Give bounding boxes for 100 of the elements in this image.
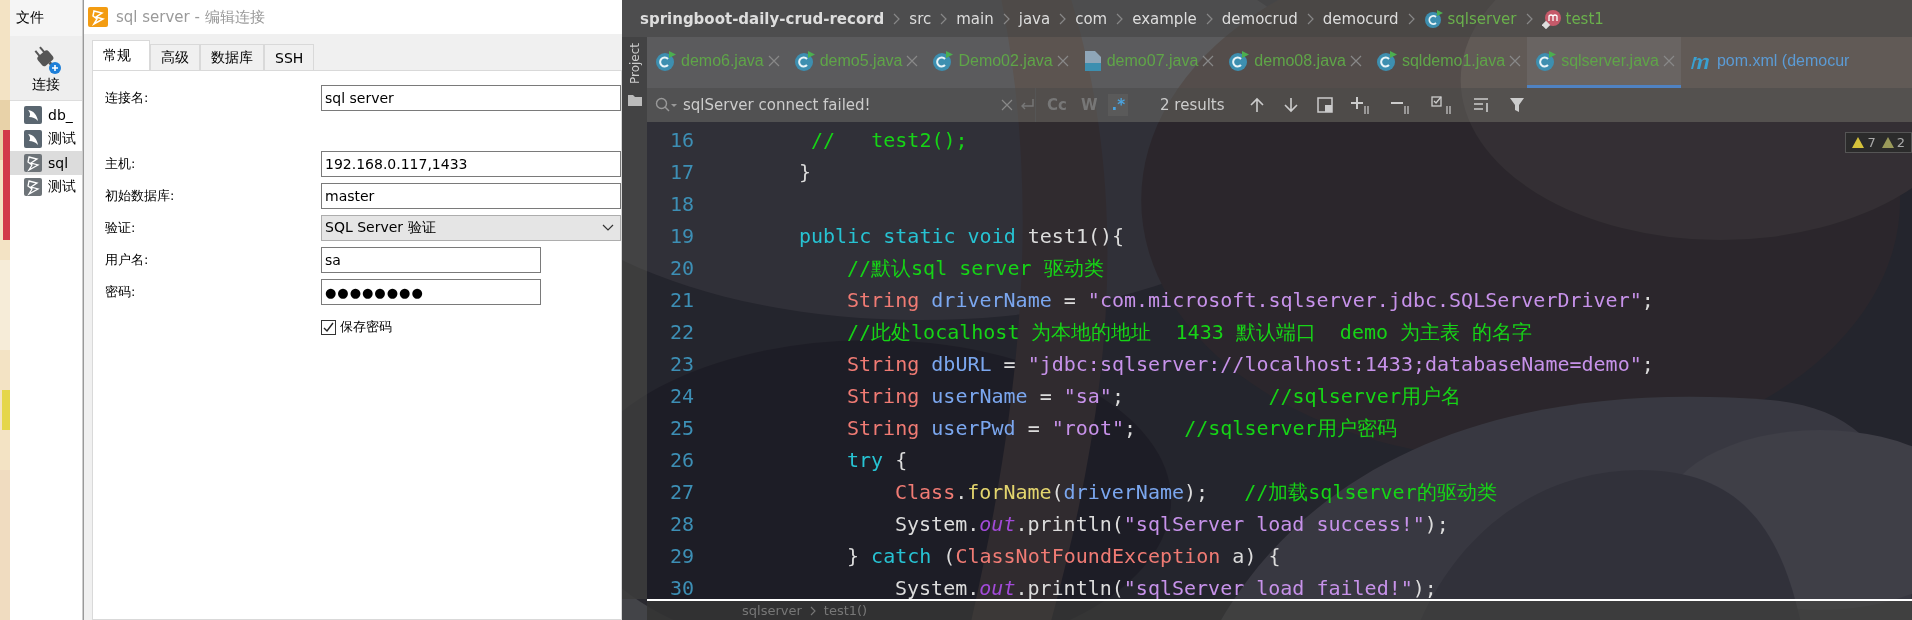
password-field[interactable]: ●●●●●●●● <box>321 279 541 305</box>
tab[interactable]: 高级 <box>150 44 200 70</box>
breadcrumb-item[interactable]: com <box>1075 9 1108 28</box>
field-label: 初始数据库: <box>105 187 176 205</box>
search-field[interactable]: sqlServer connect failed! <box>683 96 995 114</box>
connection-item[interactable]: sql <box>10 151 82 175</box>
line-number: 18 <box>668 192 695 216</box>
class-icon <box>1375 50 1398 72</box>
tab[interactable]: 数据库 <box>200 44 264 70</box>
checkbox[interactable] <box>321 319 336 335</box>
warning-icon <box>1852 137 1865 148</box>
problem-count: 2 <box>1896 135 1905 150</box>
line-number: 27 <box>668 480 695 504</box>
field-label: 连接名: <box>105 89 150 107</box>
folder-icon <box>627 94 642 107</box>
breadcrumb-item[interactable]: sqlserver <box>1423 8 1517 29</box>
breadcrumb-item[interactable]: springboot-daily-crud-record <box>640 9 885 28</box>
code-line: //此处localhost 为本地的地址 1433 默认端口 demo 为主表 的名字 <box>847 318 1533 346</box>
code-line: Class.forName(driverName); //加载sqlserver的驱动类 <box>895 478 1497 506</box>
list-icon[interactable] <box>1472 97 1491 113</box>
input-field[interactable]: sa <box>321 247 541 273</box>
problem-count: 7 <box>1867 135 1876 150</box>
field-label: 密码: <box>105 283 137 301</box>
line-number: 26 <box>668 448 695 472</box>
class-icon <box>1535 50 1558 72</box>
sqlserver-icon <box>24 178 42 196</box>
close-icon <box>1202 55 1215 67</box>
dropdown[interactable]: SQL Server 验证 <box>321 215 621 241</box>
chevron-right-icon <box>1407 12 1415 25</box>
chevron-down-icon <box>602 224 614 232</box>
line-number: 30 <box>668 576 695 599</box>
code-editor[interactable] <box>647 122 1912 599</box>
breadcrumb-item[interactable]: example <box>1132 9 1197 28</box>
app-icon <box>88 7 108 27</box>
close-icon <box>906 55 919 67</box>
code-line: String dbURL = "jdbc:sqlserver://localhost:1433;databaseName=demo"; <box>847 352 1654 376</box>
results-count: 2 results <box>1160 96 1225 114</box>
connection-item[interactable]: db_ <box>10 103 82 127</box>
menu-item[interactable]: 文件 <box>16 9 44 27</box>
chevron-right-icon <box>940 12 948 25</box>
code-line: System.out.println("sqlServer load success!"); <box>895 512 1449 536</box>
code-line: } catch (ClassNotFoundException a) { <box>847 544 1281 568</box>
mysql-icon <box>24 130 42 148</box>
code-line: System.out.println("sqlServer load failed!"); <box>895 576 1437 599</box>
chevron-right-icon <box>1116 12 1124 25</box>
window-icon[interactable] <box>1316 97 1333 113</box>
class-icon <box>932 50 955 72</box>
code-line: String userName = "sa"; //sqlserver用户名 <box>847 382 1461 410</box>
input-field[interactable]: 192.168.0.117,1433 <box>321 151 621 177</box>
search-icon <box>655 97 677 113</box>
class-icon <box>793 50 816 72</box>
arrow-up-icon[interactable] <box>1248 97 1265 113</box>
line-number: 28 <box>668 512 695 536</box>
chevron-right-icon <box>1205 12 1213 25</box>
code-line: // test2(); <box>810 128 968 152</box>
field-label: 主机: <box>105 155 137 173</box>
breadcrumb-item[interactable]: src <box>909 9 932 28</box>
close-icon <box>1056 55 1069 67</box>
code-line: //默认sql server 驱动类 <box>847 254 1104 282</box>
chevron-right-icon <box>1002 12 1010 25</box>
breadcrumb-item[interactable]: democrud <box>1221 9 1298 28</box>
problems-indicator[interactable]: 7 2 <box>1845 132 1912 153</box>
chevron-right-icon <box>1059 12 1067 25</box>
breadcrumb-item[interactable]: main <box>956 9 994 28</box>
close-icon <box>767 55 780 67</box>
input-field[interactable]: master <box>321 183 621 209</box>
class-icon <box>1228 50 1251 72</box>
chevron-right-icon <box>1525 12 1533 25</box>
line-number: 25 <box>668 416 695 440</box>
line-number: 20 <box>668 256 695 280</box>
line-number: 17 <box>668 160 695 184</box>
field-label: 用户名: <box>105 251 150 269</box>
code-line: String driverName = "com.microsoft.sqlserver.jdbc.SQLServerDriver"; <box>847 288 1654 312</box>
tab[interactable]: SSH <box>264 44 315 70</box>
class-icon <box>655 50 677 72</box>
tab[interactable]: 常规 <box>92 40 150 70</box>
line-number: 24 <box>668 384 695 408</box>
line-number: 23 <box>668 352 695 376</box>
code-line: public static void test1(){ <box>799 224 1125 248</box>
connection-item[interactable]: 测试 <box>10 175 82 199</box>
arrow-down-icon[interactable] <box>1282 97 1299 113</box>
close-icon <box>1509 55 1522 67</box>
breadcrumb-item[interactable]: java <box>1018 9 1051 28</box>
code-line: } <box>799 160 812 184</box>
chevron-right-icon <box>809 605 816 616</box>
field-label: 验证: <box>105 219 137 237</box>
window-title: sql server - 编辑连接 <box>116 7 265 27</box>
line-number: 19 <box>668 224 695 248</box>
breadcrumb-item[interactable]: democurd <box>1322 9 1399 28</box>
project-tab[interactable]: Project <box>627 43 642 85</box>
close-icon <box>1349 55 1362 67</box>
mysql-icon <box>24 106 42 124</box>
class-icon <box>1423 8 1444 29</box>
input-field[interactable]: sql server <box>321 85 621 111</box>
method-icon <box>1541 8 1562 29</box>
connection-item[interactable]: 测试 <box>10 127 82 151</box>
line-number: 22 <box>668 320 695 344</box>
checkbox-label: 保存密码 <box>340 318 392 336</box>
filter-icon[interactable] <box>1508 97 1525 113</box>
chevron-right-icon <box>1306 12 1314 25</box>
